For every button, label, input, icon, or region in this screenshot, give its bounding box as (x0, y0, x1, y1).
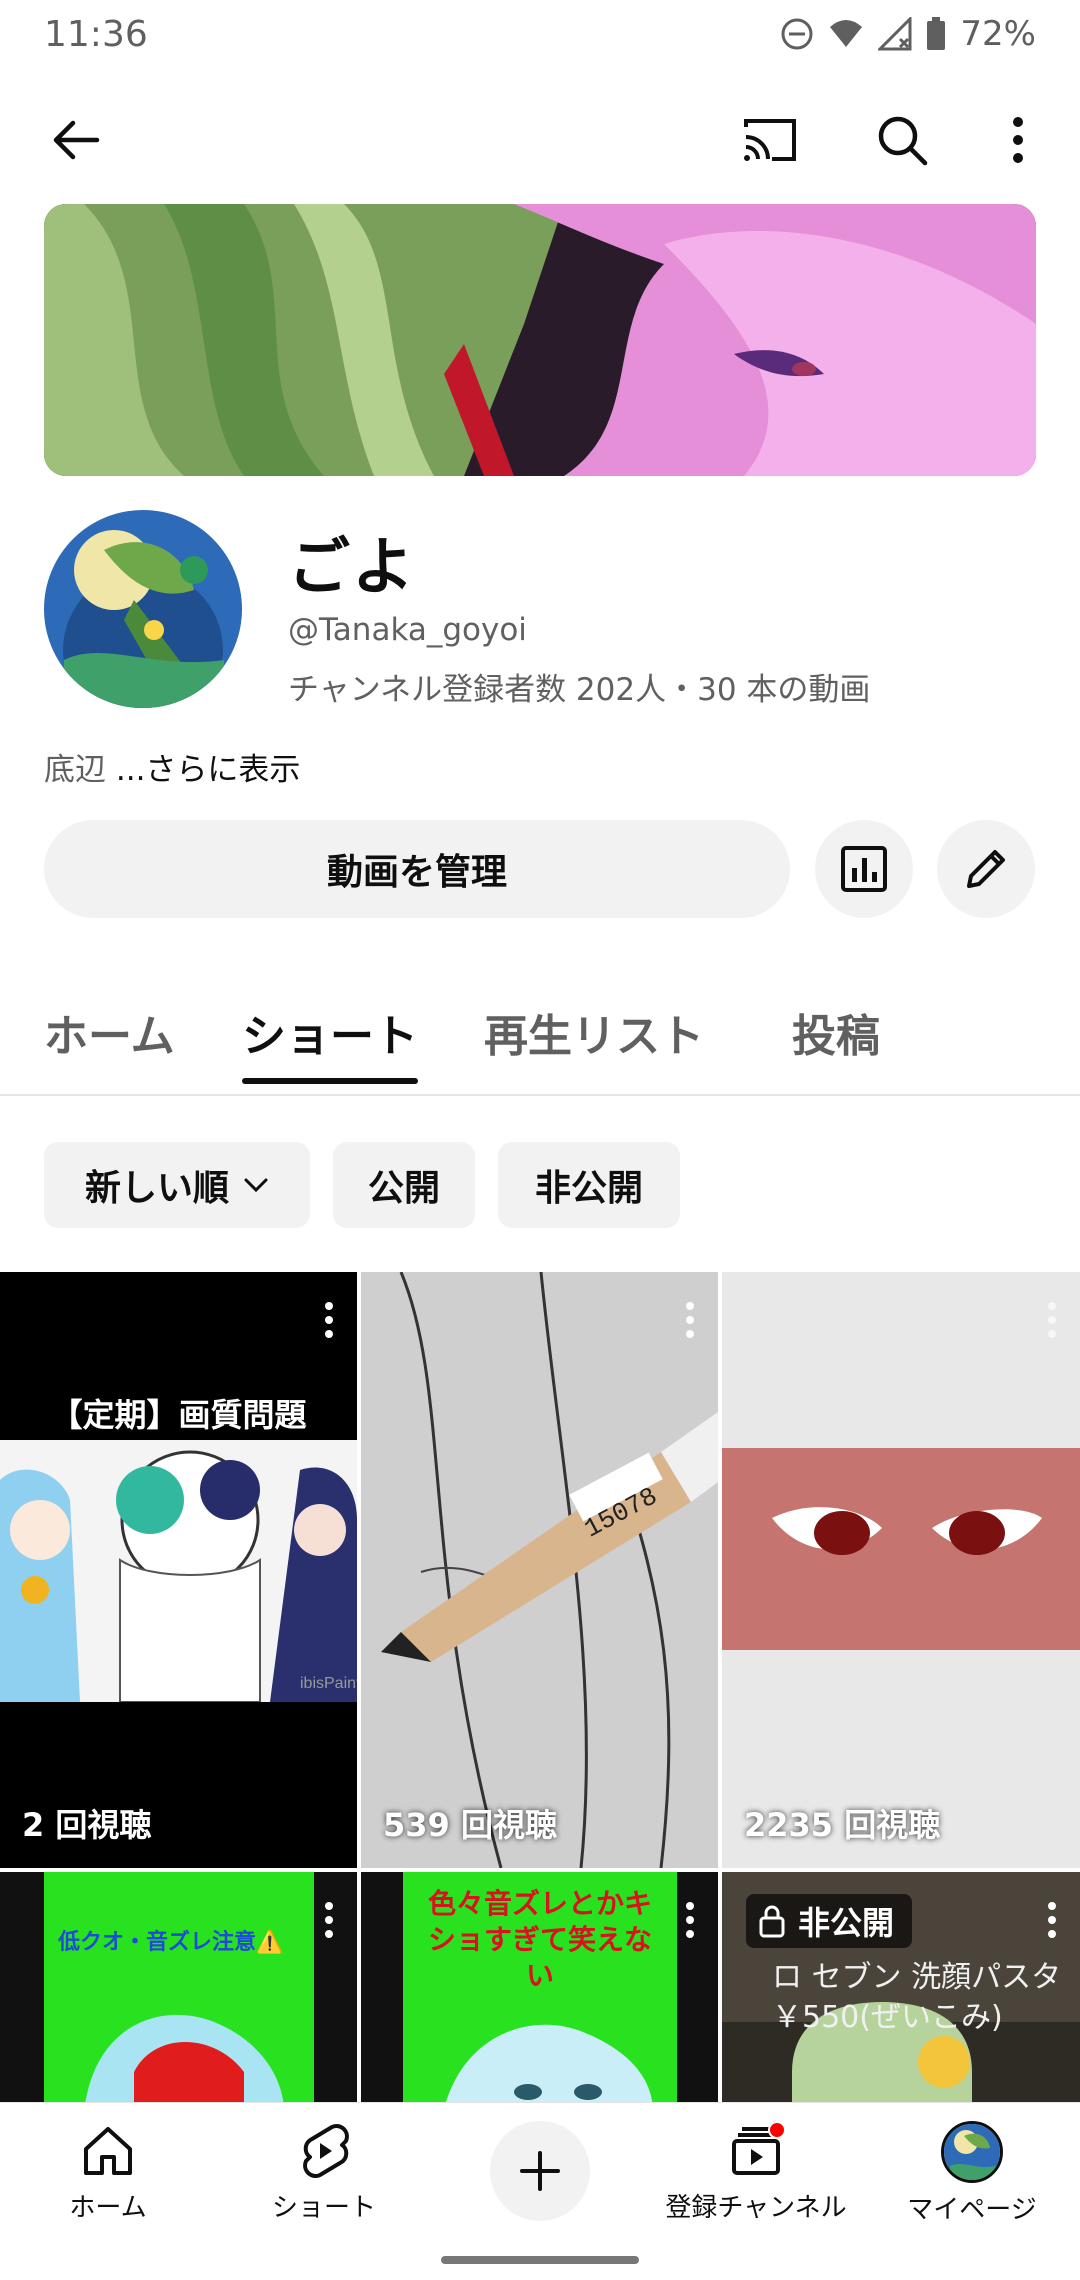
pencil-icon (967, 850, 1005, 888)
avatar (941, 2121, 1003, 2183)
more-vert-icon[interactable] (680, 1300, 700, 1340)
app-bar (0, 92, 1080, 188)
more-vert-icon[interactable] (680, 1900, 700, 1940)
channel-tabs: ホーム ショート 再生リスト 投稿 (0, 990, 1080, 1096)
more-vert-icon[interactable] (1042, 1900, 1062, 1940)
channel-description[interactable]: 底辺 ...さらに表示 (44, 744, 300, 789)
manage-videos-button[interactable]: 動画を管理 (44, 820, 790, 918)
short-thumbnail: 15078 (361, 1272, 718, 1868)
chevron-down-icon (244, 1178, 268, 1193)
battery-percent: 72% (960, 14, 1036, 54)
short-tile[interactable]: 【定期】画質問題 ibisPaint 2 回視聴 (0, 1272, 357, 1868)
sort-chip-label: 新しい順 (84, 1168, 229, 1209)
channel-avatar[interactable] (44, 510, 242, 708)
plus-icon (520, 2151, 560, 2191)
nav-subscriptions-label: 登録チャンネル (665, 2193, 847, 2223)
private-badge: 非公開 (746, 1894, 913, 1948)
short-tile[interactable]: ロ セブン 洗顔パスタ ￥550(ぜいこみ) 非公開 (722, 1872, 1080, 2102)
short-view-count: 539 回視聴 (383, 1806, 557, 1844)
analytics-button[interactable] (815, 820, 913, 918)
analytics-icon (841, 846, 887, 892)
more-vert-icon[interactable] (319, 1300, 339, 1340)
status-time: 11:36 (44, 14, 148, 55)
active-tab-indicator (242, 1078, 418, 1084)
cast-icon[interactable] (730, 100, 810, 180)
channel-handle: @Tanaka_goyoi (288, 612, 527, 648)
status-bar: 11:36 72% (0, 0, 1080, 72)
tab-home[interactable]: ホーム (44, 1000, 175, 1064)
search-icon[interactable] (862, 100, 942, 180)
short-view-count: 2235 回視聴 (744, 1806, 941, 1844)
more-vert-icon[interactable] (319, 1900, 339, 1940)
lock-icon (759, 1905, 785, 1938)
create-button[interactable] (490, 2121, 590, 2221)
notification-dot (768, 2121, 786, 2139)
short-thumbnail (722, 1448, 1080, 1650)
more-vert-icon[interactable] (1042, 1300, 1062, 1340)
short-view-count: 2 回視聴 (22, 1806, 152, 1844)
edit-channel-button[interactable] (937, 820, 1035, 918)
private-badge-label: 非公開 (798, 1904, 895, 1942)
private-filter-chip[interactable]: 非公開 (498, 1142, 680, 1228)
nav-home-label: ホーム (69, 2193, 147, 2223)
wifi-icon (828, 17, 864, 51)
tab-posts[interactable]: 投稿 (792, 1000, 880, 1064)
channel-name: ごよ (288, 530, 417, 603)
shorts-icon (303, 2124, 349, 2178)
home-icon (84, 2127, 132, 2175)
channel-banner (44, 204, 1036, 476)
nav-shorts[interactable]: ショート (224, 2121, 424, 2224)
subscriptions-icon-wrap (726, 2121, 786, 2181)
back-arrow-icon[interactable] (36, 100, 116, 180)
nav-shorts-label: ショート (271, 2193, 376, 2223)
short-title-overlay: 【定期】画質問題 (50, 1396, 307, 1434)
short-tile[interactable]: 15078 539 回視聴 (361, 1272, 718, 1868)
bottom-navigation: ホーム ショート 登録チャンネル マイページ (0, 2102, 1080, 2280)
tab-playlists[interactable]: 再生リスト (484, 1000, 704, 1064)
gesture-bar[interactable] (441, 2256, 639, 2264)
battery-icon (926, 17, 946, 51)
status-icons: 72% (780, 14, 1036, 54)
nav-subscriptions[interactable]: 登録チャンネル (656, 2121, 856, 2224)
signal-icon (878, 17, 912, 51)
tab-shorts[interactable]: ショート (242, 1000, 418, 1064)
more-vert-icon[interactable] (978, 100, 1058, 180)
short-thumbnail: ibisPaint (0, 1440, 357, 1703)
short-tile[interactable]: 低クオ・音ズレ注意⚠️ (0, 1872, 357, 2102)
sort-chip[interactable]: 新しい順 (44, 1142, 310, 1228)
shorts-grid: 【定期】画質問題 ibisPaint 2 回視聴 15078 539 回視聴 2… (0, 1272, 1080, 2102)
channel-stats: チャンネル登録者数 202人・30 本の動画 (288, 672, 871, 708)
short-thumbnail: 低クオ・音ズレ注意⚠️ (44, 1872, 314, 2102)
nav-you[interactable]: マイページ (872, 2121, 1072, 2226)
dnd-icon (780, 17, 814, 51)
show-more-link[interactable]: ...さらに表示 (116, 752, 301, 788)
public-filter-chip[interactable]: 公開 (333, 1142, 475, 1228)
nav-home[interactable]: ホーム (8, 2121, 208, 2224)
short-caption: ロ セブン 洗顔パスタ ￥550(ぜいこみ) (772, 1960, 1062, 2035)
short-tile[interactable]: 2235 回視聴 (722, 1272, 1080, 1868)
watermark-text: ibisPaint (300, 1675, 357, 1692)
description-text: 底辺 (44, 752, 106, 788)
short-tile[interactable]: 色々音ズレとかキショすぎて笑えない (361, 1872, 718, 2102)
short-thumbnail: 色々音ズレとかキショすぎて笑えない (403, 1872, 677, 2102)
nav-you-label: マイページ (907, 2195, 1037, 2225)
